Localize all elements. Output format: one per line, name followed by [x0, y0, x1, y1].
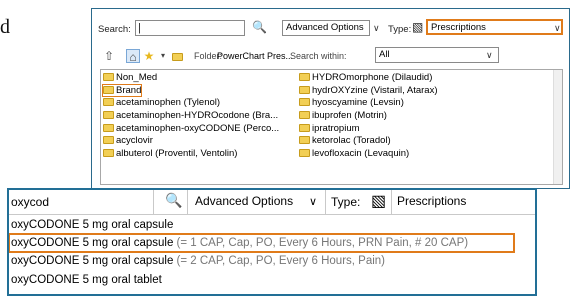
search-results-list: oxyCODONE 5 mg oral capsule oxyCODONE 5 … — [9, 216, 535, 289]
result-row[interactable]: oxyCODONE 5 mg oral capsule — [9, 216, 535, 234]
chevron-down-icon[interactable]: ∨ — [373, 23, 380, 34]
folder-icon — [103, 123, 114, 132]
result-name: oxyCODONE 5 mg oral tablet — [11, 273, 162, 286]
brand-highlight: Brand — [101, 83, 143, 97]
folder-icon — [103, 136, 114, 145]
front-search-window: oxycod 🔍 Advanced Options ∨ Type: ▧ Pres… — [7, 188, 537, 296]
search-icon[interactable]: 🔍 — [165, 192, 182, 209]
folder-icon — [299, 98, 310, 107]
advanced-options-label: Advanced Options — [286, 22, 364, 33]
folder-item[interactable]: levofloxacin (Levaquin) — [299, 148, 437, 161]
folder-item-label: acetaminophen (Tylenol) — [116, 97, 221, 109]
result-detail: (= 1 CAP, Cap, PO, Every 6 Hours, PRN Pa… — [173, 237, 469, 250]
result-row-highlighted[interactable]: oxyCODONE 5 mg oral capsule (= 1 CAP, Ca… — [9, 233, 515, 254]
folder-icon — [299, 73, 310, 81]
folder-icon — [299, 149, 310, 158]
folder-icon — [299, 136, 310, 145]
folder-item[interactable]: albuterol (Proventil, Ventolin) — [103, 148, 279, 161]
folder-item-brand[interactable]: Brand — [101, 83, 279, 98]
folder-icon — [299, 123, 310, 132]
folder-item-label: albuterol (Proventil, Ventolin) — [116, 148, 238, 160]
search-input[interactable]: oxycod — [11, 193, 151, 211]
background-text: d — [0, 16, 10, 38]
folder-icon — [103, 73, 114, 81]
folder-item-label: acetaminophen-HYDROcodone (Bra... — [116, 110, 279, 122]
star-chevron-down-icon[interactable]: ▾ — [156, 49, 170, 63]
folder-item-label: acetaminophen-oxyCODONE (Perco... — [116, 122, 280, 134]
folder-item-label: ibuprofen (Motrin) — [312, 110, 387, 122]
folder-list: Non_Med Brand acetaminophen (Tylenol) ac… — [100, 69, 563, 185]
folder-item-label: Non_Med — [116, 72, 158, 83]
result-row[interactable]: oxyCODONE 5 mg oral capsule (= 2 CAP, Ca… — [9, 252, 535, 270]
home-icon[interactable]: ⌂ — [126, 49, 140, 64]
folder-item[interactable]: acyclovir — [103, 135, 279, 148]
search-within-chevron-down-icon[interactable]: ∨ — [486, 50, 493, 61]
folder-value: PowerChart Pres... — [217, 51, 294, 61]
search-label: Search: — [98, 24, 131, 35]
folder-item[interactable]: ketorolac (Toradol) — [299, 135, 437, 148]
folder-icon — [299, 111, 310, 120]
folder-item[interactable]: acetaminophen (Tylenol) — [103, 97, 279, 110]
folder-item-label: hyoscyamine (Levsin) — [312, 97, 404, 109]
folder-item[interactable]: acetaminophen-oxyCODONE (Perco... — [103, 123, 279, 136]
folder-item-label: acyclovir — [116, 135, 153, 147]
divider — [153, 190, 154, 214]
search-within-label: Search within: — [290, 51, 347, 61]
result-name: oxyCODONE 5 mg oral capsule — [11, 219, 174, 231]
back-folder-row: ⇧ ⌂ ★ ▾ Folder: PowerChart Pres... Searc… — [92, 47, 569, 67]
folder-item-label: levofloxacin (Levaquin) — [312, 148, 410, 160]
search-icon[interactable]: 🔍 — [252, 20, 267, 34]
folder-icon — [299, 85, 310, 94]
favorites-star-icon[interactable]: ★ — [142, 49, 156, 63]
search-within-dropdown[interactable]: All — [375, 47, 499, 63]
back-search-window: Search: | 🔍 Advanced Options ∨ Type: ▧ P… — [91, 8, 570, 189]
folder-icon — [103, 149, 114, 158]
divider — [187, 190, 188, 214]
result-detail: (= 2 CAP, Cap, PO, Every 6 Hours, Pain) — [173, 255, 386, 268]
divider — [325, 190, 326, 214]
type-dropdown[interactable]: Prescriptions — [426, 19, 563, 35]
folder-item-label: ketorolac (Toradol) — [312, 135, 391, 147]
folder-item[interactable]: ipratropium — [299, 123, 437, 136]
folder-icon — [103, 85, 114, 94]
result-name: oxyCODONE 5 mg oral capsule — [11, 255, 174, 268]
folder-icon[interactable] — [170, 49, 184, 63]
folder-column-2: HYDROmorphone (Dilaudid) hydrOXYzine (Vi… — [299, 72, 437, 161]
divider — [391, 190, 392, 214]
advanced-options-dropdown[interactable]: Advanced Options — [195, 194, 293, 208]
text-cursor: | — [138, 22, 141, 34]
folder-item-label: hydrOXYzine (Vistaril, Atarax) — [312, 84, 438, 96]
folder-item-label: ipratropium — [312, 122, 360, 134]
folder-item[interactable]: Non_Med — [103, 72, 279, 85]
folder-icon — [103, 98, 114, 107]
search-input[interactable] — [135, 20, 245, 36]
folder-item-label: Brand — [116, 84, 142, 96]
advanced-options-dropdown[interactable]: Advanced Options — [282, 20, 370, 36]
type-value: Prescriptions — [431, 22, 486, 33]
front-search-bar: oxycod 🔍 Advanced Options ∨ Type: ▧ Pres… — [9, 190, 535, 215]
list-scrollbar[interactable] — [553, 70, 562, 184]
type-label: Type: — [331, 195, 361, 209]
type-label: Type: — [388, 24, 412, 35]
folder-item[interactable]: HYDROmorphone (Dilaudid) — [299, 72, 437, 85]
folder-icon — [103, 111, 114, 120]
folder-item[interactable]: ibuprofen (Motrin) — [299, 110, 437, 123]
type-chevron-down-icon[interactable]: ∨ — [554, 23, 561, 34]
type-value[interactable]: Prescriptions — [397, 194, 466, 208]
folder-item[interactable]: acetaminophen-HYDROcodone (Bra... — [103, 110, 279, 123]
search-within-value: All — [379, 49, 390, 60]
back-search-row: Search: | 🔍 Advanced Options ∨ Type: ▧ P… — [92, 19, 569, 41]
prescription-pad-icon: ▧ — [412, 20, 424, 34]
folder-column-1: Non_Med Brand acetaminophen (Tylenol) ac… — [101, 72, 279, 161]
folder-item[interactable]: hyoscyamine (Levsin) — [299, 97, 437, 110]
result-row[interactable]: oxyCODONE 5 mg oral tablet — [9, 271, 535, 289]
result-name: oxyCODONE 5 mg oral capsule — [11, 237, 174, 250]
up-folder-icon[interactable]: ⇧ — [102, 49, 116, 63]
folder-item-label: HYDROmorphone (Dilaudid) — [312, 72, 433, 83]
prescription-pad-icon: ▧ — [371, 193, 387, 210]
folder-item[interactable]: hydrOXYzine (Vistaril, Atarax) — [299, 85, 437, 98]
chevron-down-icon[interactable]: ∨ — [309, 195, 317, 208]
